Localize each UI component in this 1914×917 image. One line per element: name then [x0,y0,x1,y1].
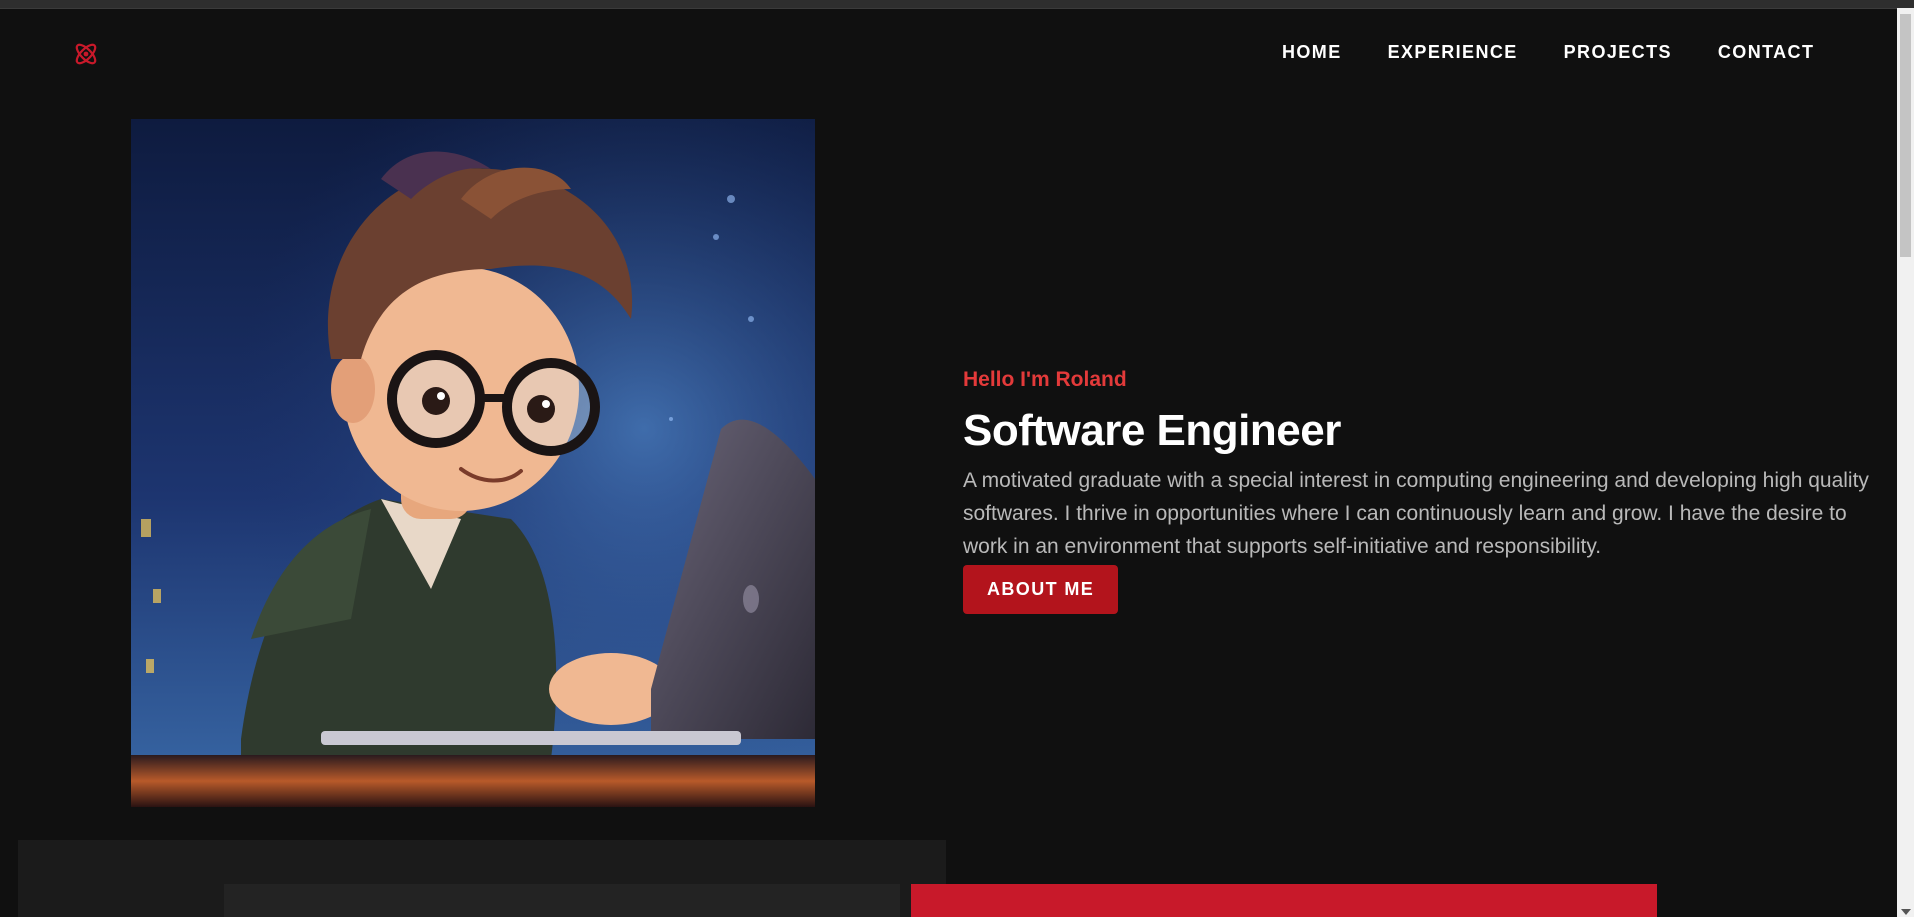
nav-experience[interactable]: EXPERIENCE [1388,42,1518,63]
hero-description: A motivated graduate with a special inte… [963,469,1869,558]
hero-avatar-image [131,119,815,807]
main-nav: HOME EXPERIENCE PROJECTS CONTACT [1282,42,1814,63]
page-scrollbar[interactable] [1897,8,1914,917]
scroll-down-arrow-icon[interactable] [1901,909,1911,915]
browser-top-edge [0,0,1914,9]
about-me-button[interactable]: ABOUT ME [963,565,1119,614]
nav-contact[interactable]: CONTACT [1718,42,1814,63]
scrollbar-thumb[interactable] [1900,14,1911,257]
hero-title: Software Engineer [963,406,1341,455]
hero-greeting: Hello I'm Roland [963,368,1127,391]
section-preview-card [224,884,900,917]
section-preview-red-band [911,884,1657,917]
atom-logo-icon[interactable] [72,40,100,68]
nav-projects[interactable]: PROJECTS [1564,42,1672,63]
hero-text-block: Hello I'm Roland Software Engineer A mot… [963,368,1873,614]
nav-home[interactable]: HOME [1282,42,1342,63]
